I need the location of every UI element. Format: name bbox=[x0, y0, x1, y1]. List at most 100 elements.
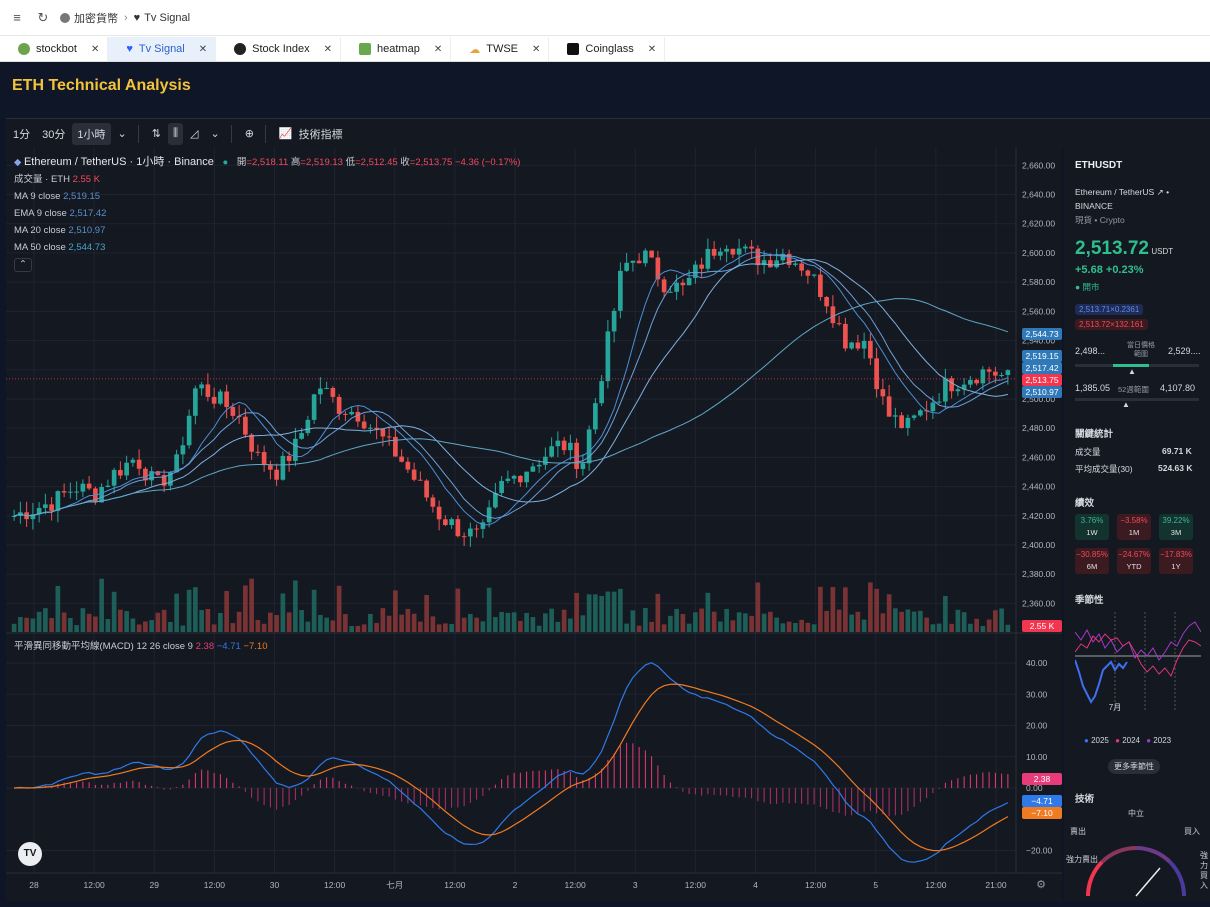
day-range-bar bbox=[1075, 364, 1199, 367]
tradingview-logo[interactable]: TV bbox=[18, 842, 42, 866]
ohlc-change: −4.36 (−0.17%) bbox=[454, 157, 521, 168]
close-icon[interactable]: ✕ bbox=[199, 44, 207, 55]
menu-icon[interactable]: ≡ bbox=[6, 10, 28, 25]
symbol-title: Ethereum / TetherUS · 1小時 · Binance bbox=[23, 156, 214, 168]
more-seasonality-button[interactable]: 更多季節性 bbox=[1108, 759, 1160, 774]
ohlc-close: =2,513.75 bbox=[409, 157, 453, 168]
collapse-legend-icon[interactable]: ⌃ bbox=[14, 258, 32, 272]
chart-area[interactable]: 2,660.00 2,640.00 2,620.00 2,600.00 2,580.00… bbox=[6, 148, 1062, 902]
symbol-info: Ethereum / TetherUS ↗ • BINANCE 現貨 • Cry… bbox=[1075, 185, 1203, 227]
volume-stat-label: 成交量 bbox=[1075, 447, 1101, 457]
volume-bar bbox=[836, 609, 842, 632]
interval-1h-button[interactable]: 1小時 bbox=[72, 122, 111, 145]
chevron-down-icon[interactable]: ⌄ bbox=[113, 123, 132, 145]
chevron-down-icon[interactable]: ⌄ bbox=[205, 123, 224, 145]
volume-bar bbox=[11, 623, 17, 632]
tab-twse[interactable]: ☁ TWSE ✕ bbox=[451, 37, 550, 61]
price-block: 2,513.72 USDT bbox=[1075, 238, 1173, 260]
technicals-heading: 技術 bbox=[1075, 794, 1095, 805]
external-link-icon[interactable]: ↗ bbox=[1157, 187, 1164, 197]
perf-1w[interactable]: 3.76% 1W bbox=[1075, 514, 1109, 540]
candle bbox=[80, 483, 86, 492]
close-icon[interactable]: ✕ bbox=[434, 44, 442, 55]
perf-1m[interactable]: −3.58% 1M bbox=[1117, 514, 1151, 540]
volume-bar bbox=[805, 622, 811, 632]
volume-bar bbox=[999, 608, 1004, 632]
price-tag-ma9: 2,519.15 bbox=[1022, 350, 1062, 362]
volume-bar bbox=[961, 612, 967, 632]
volume-bar bbox=[293, 580, 298, 632]
candle bbox=[643, 250, 648, 264]
candle bbox=[349, 411, 354, 415]
area-chart-icon[interactable]: ◿ bbox=[185, 123, 203, 145]
price-tick-label: 2,600.00 bbox=[1022, 248, 1055, 258]
volume-bar bbox=[499, 611, 504, 632]
seasonality-month: 7月 bbox=[1109, 703, 1121, 712]
volume-bar bbox=[111, 591, 117, 632]
volume-bar bbox=[605, 591, 611, 632]
tab-coinglass[interactable]: Coinglass ✕ bbox=[549, 37, 666, 61]
volume-bar bbox=[886, 594, 892, 632]
legend-2025: 2025 bbox=[1091, 736, 1109, 745]
macd-line-tag: −4.71 bbox=[1022, 795, 1062, 807]
interval-1m-button[interactable]: 1分 bbox=[8, 123, 35, 145]
volume-bar bbox=[549, 608, 554, 632]
add-icon[interactable]: ⊕ bbox=[240, 123, 259, 145]
candle bbox=[886, 396, 892, 417]
candle bbox=[711, 248, 717, 256]
time-tick-label: 28 bbox=[29, 880, 39, 890]
perf-3m[interactable]: 39.22% 3M bbox=[1159, 514, 1193, 540]
compare-icon[interactable]: ⇅ bbox=[147, 123, 166, 145]
interval-30m-button[interactable]: 30分 bbox=[37, 123, 70, 145]
volume-bar bbox=[543, 613, 548, 632]
perf-ytd[interactable]: −24.67% YTD bbox=[1117, 548, 1151, 574]
close-icon[interactable]: ✕ bbox=[648, 44, 656, 55]
volume-bar bbox=[780, 623, 786, 632]
reload-icon[interactable]: ↻ bbox=[32, 10, 54, 26]
tab-stockbot[interactable]: stockbot ✕ bbox=[0, 37, 109, 61]
candle bbox=[918, 410, 923, 416]
tab-heatmap[interactable]: heatmap ✕ bbox=[341, 37, 452, 61]
breadcrumb-item-crypto[interactable]: 加密貨幣 bbox=[74, 10, 118, 26]
candle bbox=[205, 384, 211, 397]
perf-6m[interactable]: −30.85% 6M bbox=[1075, 548, 1109, 574]
candle bbox=[330, 388, 336, 397]
tab-label: Tv Signal bbox=[138, 43, 185, 55]
tab-stock-index[interactable]: Stock Index ✕ bbox=[216, 37, 342, 61]
volume-value: 2.55 K bbox=[72, 174, 101, 185]
breadcrumb-item-tv-signal[interactable]: Tv Signal bbox=[144, 12, 190, 24]
volume-bar bbox=[61, 612, 67, 632]
volume-bar bbox=[349, 625, 354, 632]
tab-tv-signal[interactable]: ♥ Tv Signal ✕ bbox=[108, 37, 217, 61]
candle bbox=[386, 436, 392, 438]
candle bbox=[1005, 370, 1011, 375]
heart-icon: ♥ bbox=[133, 11, 141, 24]
ema9-label: EMA 9 close bbox=[14, 208, 67, 219]
symbol-name[interactable]: Ethereum / TetherUS bbox=[1075, 187, 1154, 197]
candle bbox=[268, 465, 273, 470]
eth-logo-icon: ◆ bbox=[14, 157, 22, 168]
volume-bar bbox=[580, 615, 586, 632]
candle bbox=[849, 342, 854, 349]
perf-value: −24.67% bbox=[1118, 550, 1150, 559]
ohlc-low-label: 低 bbox=[345, 157, 356, 168]
day-high: 2,529.... bbox=[1168, 346, 1201, 356]
seasonality-chart[interactable]: 7月 bbox=[1075, 612, 1201, 712]
candle bbox=[980, 369, 986, 384]
indicators-button[interactable]: 📈 技術指標 bbox=[274, 123, 348, 145]
candle bbox=[55, 491, 61, 511]
ohlc-high-label: 高 bbox=[290, 157, 301, 168]
candle bbox=[480, 522, 486, 529]
ask-quote: 2,513.72×132.161 bbox=[1075, 319, 1148, 330]
macd-legend: 平滑異同移動平均線(MACD) 12 26 close 9 2.38 −4.71… bbox=[14, 638, 267, 652]
candles-icon[interactable]: ⫼ bbox=[167, 122, 183, 145]
settings-icon[interactable]: ⚙ bbox=[1036, 878, 1046, 891]
perf-1y[interactable]: −17.83% 1Y bbox=[1159, 548, 1193, 574]
macd-tick-label: −20.00 bbox=[1026, 846, 1053, 856]
close-icon[interactable]: ✕ bbox=[91, 44, 99, 55]
close-icon[interactable]: ✕ bbox=[324, 44, 332, 55]
volume-bar bbox=[74, 625, 79, 632]
candle bbox=[474, 528, 479, 530]
macd-tick-label: 40.00 bbox=[1026, 658, 1048, 668]
close-icon[interactable]: ✕ bbox=[532, 44, 540, 55]
